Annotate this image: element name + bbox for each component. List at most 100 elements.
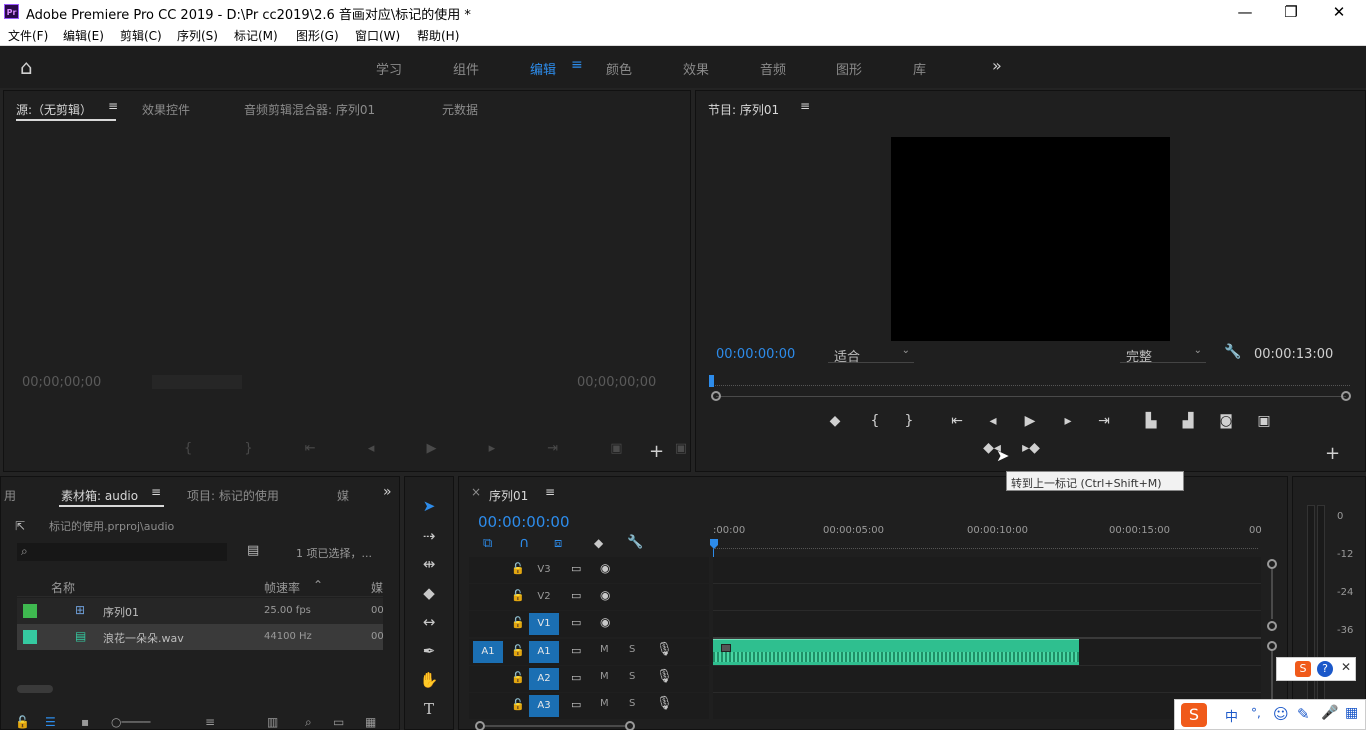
sort-icon[interactable]: ≡	[205, 715, 215, 729]
scrollbar-thumb[interactable]	[17, 685, 53, 693]
eye-icon[interactable]: ◉	[600, 615, 610, 629]
workspace-color[interactable]: 颜色	[606, 59, 632, 78]
program-menu-icon[interactable]: ≡	[800, 99, 810, 113]
tab-project[interactable]: 项目: 标记的使用	[187, 487, 279, 504]
vertical-scrollbar[interactable]	[1265, 557, 1279, 719]
fit-dropdown[interactable]: 适合 ⌄	[828, 345, 914, 365]
add-marker-icon[interactable]: ◆	[824, 413, 846, 429]
list-view-icon[interactable]: ☰	[45, 715, 56, 729]
timeline-ruler[interactable]: :00:00 00:00:05:00 00:00:10:00 00:00:15:…	[713, 521, 1268, 551]
pen-tool-icon[interactable]: ✒	[416, 642, 442, 664]
lock-icon[interactable]: 🔓	[15, 715, 30, 729]
tab-media-browser[interactable]: 媒	[337, 487, 349, 504]
workspace-menu-icon[interactable]: ≡	[571, 57, 583, 73]
quality-dropdown[interactable]: 完整 ⌄	[1120, 345, 1206, 365]
minimize-button[interactable]: —	[1222, 0, 1268, 24]
track-target-a3[interactable]: A3	[529, 695, 559, 717]
bin-menu-icon[interactable]: ≡	[151, 485, 161, 499]
eye-icon[interactable]: ◉	[600, 588, 610, 602]
menu-graphics[interactable]: 图形(G)	[296, 27, 339, 44]
track-lock-icon[interactable]: 🔓	[511, 589, 525, 602]
close-sequence-icon[interactable]: ×	[471, 485, 481, 499]
workspace-assembly[interactable]: 组件	[453, 59, 479, 78]
solo-button[interactable]: S	[629, 698, 635, 709]
menu-clip[interactable]: 剪辑(C)	[120, 27, 162, 44]
folder-up-icon[interactable]: ⇱	[15, 519, 25, 533]
voice-input-icon[interactable]: 🎤	[1321, 705, 1338, 721]
track-target-a2[interactable]: A2	[529, 668, 559, 690]
ripple-edit-tool-icon[interactable]: ⇹	[416, 555, 442, 577]
mark-in-icon[interactable]: {	[864, 413, 886, 429]
step-forward-icon[interactable]: ▸	[1057, 413, 1079, 429]
help-icon[interactable]: ?	[1317, 661, 1333, 677]
nest-sequence-icon[interactable]: ⧉	[483, 536, 492, 551]
close-button[interactable]: ✕	[1316, 0, 1362, 24]
workspace-audio[interactable]: 音频	[760, 59, 786, 78]
source-add-button[interactable]: +	[649, 441, 664, 462]
slip-tool-icon[interactable]: ↔	[416, 613, 442, 635]
track-lock-icon[interactable]: 🔓	[511, 671, 525, 684]
new-folder-icon[interactable]: ▭	[333, 715, 344, 729]
play-icon[interactable]: ▶	[1019, 413, 1041, 429]
ime-punctuation-icon[interactable]: °,	[1251, 706, 1261, 720]
microphone-icon[interactable]: 🎙	[656, 642, 673, 657]
tab-audio-clip-mixer[interactable]: 音频剪辑混合器: 序列01	[244, 101, 375, 118]
workspace-graphics[interactable]: 图形	[836, 59, 862, 78]
solo-button[interactable]: S	[629, 671, 635, 682]
sort-ascending-icon[interactable]: ⌃	[313, 578, 323, 592]
selection-tool-icon[interactable]: ➤	[416, 497, 442, 519]
program-title[interactable]: 节目: 序列01	[708, 101, 779, 118]
track-lanes[interactable]	[713, 557, 1261, 719]
horizontal-scrollbar[interactable]	[17, 685, 383, 693]
zoom-scroll-bar[interactable]	[716, 396, 1346, 397]
sync-lock-icon[interactable]: ▭	[571, 589, 581, 602]
zoom-handle-left[interactable]	[711, 391, 721, 401]
go-to-in-icon[interactable]: ⇤	[946, 413, 968, 429]
track-target-a1[interactable]: A1	[529, 641, 559, 663]
toolbox-grid-icon[interactable]: ▦	[1345, 705, 1358, 721]
track-lock-icon[interactable]: 🔓	[511, 562, 525, 575]
icon-view-icon[interactable]: ▪	[81, 715, 89, 729]
track-target-v1[interactable]: V1	[529, 613, 559, 635]
menu-help[interactable]: 帮助(H)	[417, 27, 459, 44]
extract-icon[interactable]: ▟	[1177, 413, 1199, 429]
close-icon[interactable]: ✕	[1341, 660, 1351, 674]
tab-metadata[interactable]: 元数据	[442, 101, 478, 118]
menu-marker[interactable]: 标记(M)	[234, 27, 278, 44]
column-frame-rate[interactable]: 帧速率	[264, 579, 300, 596]
more-panels-icon[interactable]: »	[383, 484, 392, 500]
ime-chinese-mode[interactable]: 中	[1225, 706, 1238, 725]
workspace-libraries[interactable]: 库	[913, 59, 926, 78]
maximize-button[interactable]: ❐	[1268, 0, 1314, 24]
scroll-handle-bottom[interactable]	[1267, 621, 1277, 631]
column-media[interactable]: 媒	[371, 579, 383, 596]
scroll-handle-top[interactable]	[1267, 559, 1277, 569]
track-select-tool-icon[interactable]: ⇢	[416, 527, 442, 549]
program-add-button[interactable]: +	[1325, 443, 1340, 464]
new-bin-icon[interactable]: ▤	[247, 543, 259, 558]
sync-lock-icon[interactable]: ▭	[571, 698, 581, 711]
zoom-slider[interactable]: ○────	[111, 715, 150, 729]
track-target-v2[interactable]: V2	[529, 586, 559, 608]
mute-button[interactable]: M	[600, 698, 609, 709]
new-item-icon[interactable]: ▦	[365, 715, 376, 729]
zoom-handle-right[interactable]	[625, 721, 635, 730]
emoji-icon[interactable]: ☺	[1273, 705, 1289, 723]
more-workspaces-icon[interactable]: »	[992, 56, 1002, 75]
table-row[interactable]: ⊞ 序列01 25.00 fps 00	[17, 598, 384, 624]
audio-clip[interactable]	[713, 639, 1079, 665]
workspace-learn[interactable]: 学习	[376, 59, 402, 78]
workspace-editing[interactable]: 编辑	[530, 59, 556, 78]
horizontal-zoom-scrollbar[interactable]	[475, 721, 635, 730]
sync-lock-icon[interactable]: ▭	[571, 644, 581, 657]
wrench-settings-icon[interactable]: 🔧	[1224, 344, 1241, 360]
menu-file[interactable]: 文件(F)	[8, 27, 48, 44]
add-marker-icon[interactable]: ◆	[594, 536, 603, 550]
track-target-v3[interactable]: V3	[529, 559, 559, 581]
zoom-handle-left[interactable]	[475, 721, 485, 730]
column-name[interactable]: 名称	[51, 579, 75, 596]
snap-magnet-icon[interactable]: ∩	[519, 535, 529, 551]
menu-sequence[interactable]: 序列(S)	[177, 27, 218, 44]
timeline-settings-wrench-icon[interactable]: 🔧	[627, 535, 643, 550]
mark-out-icon[interactable]: }	[898, 413, 920, 429]
